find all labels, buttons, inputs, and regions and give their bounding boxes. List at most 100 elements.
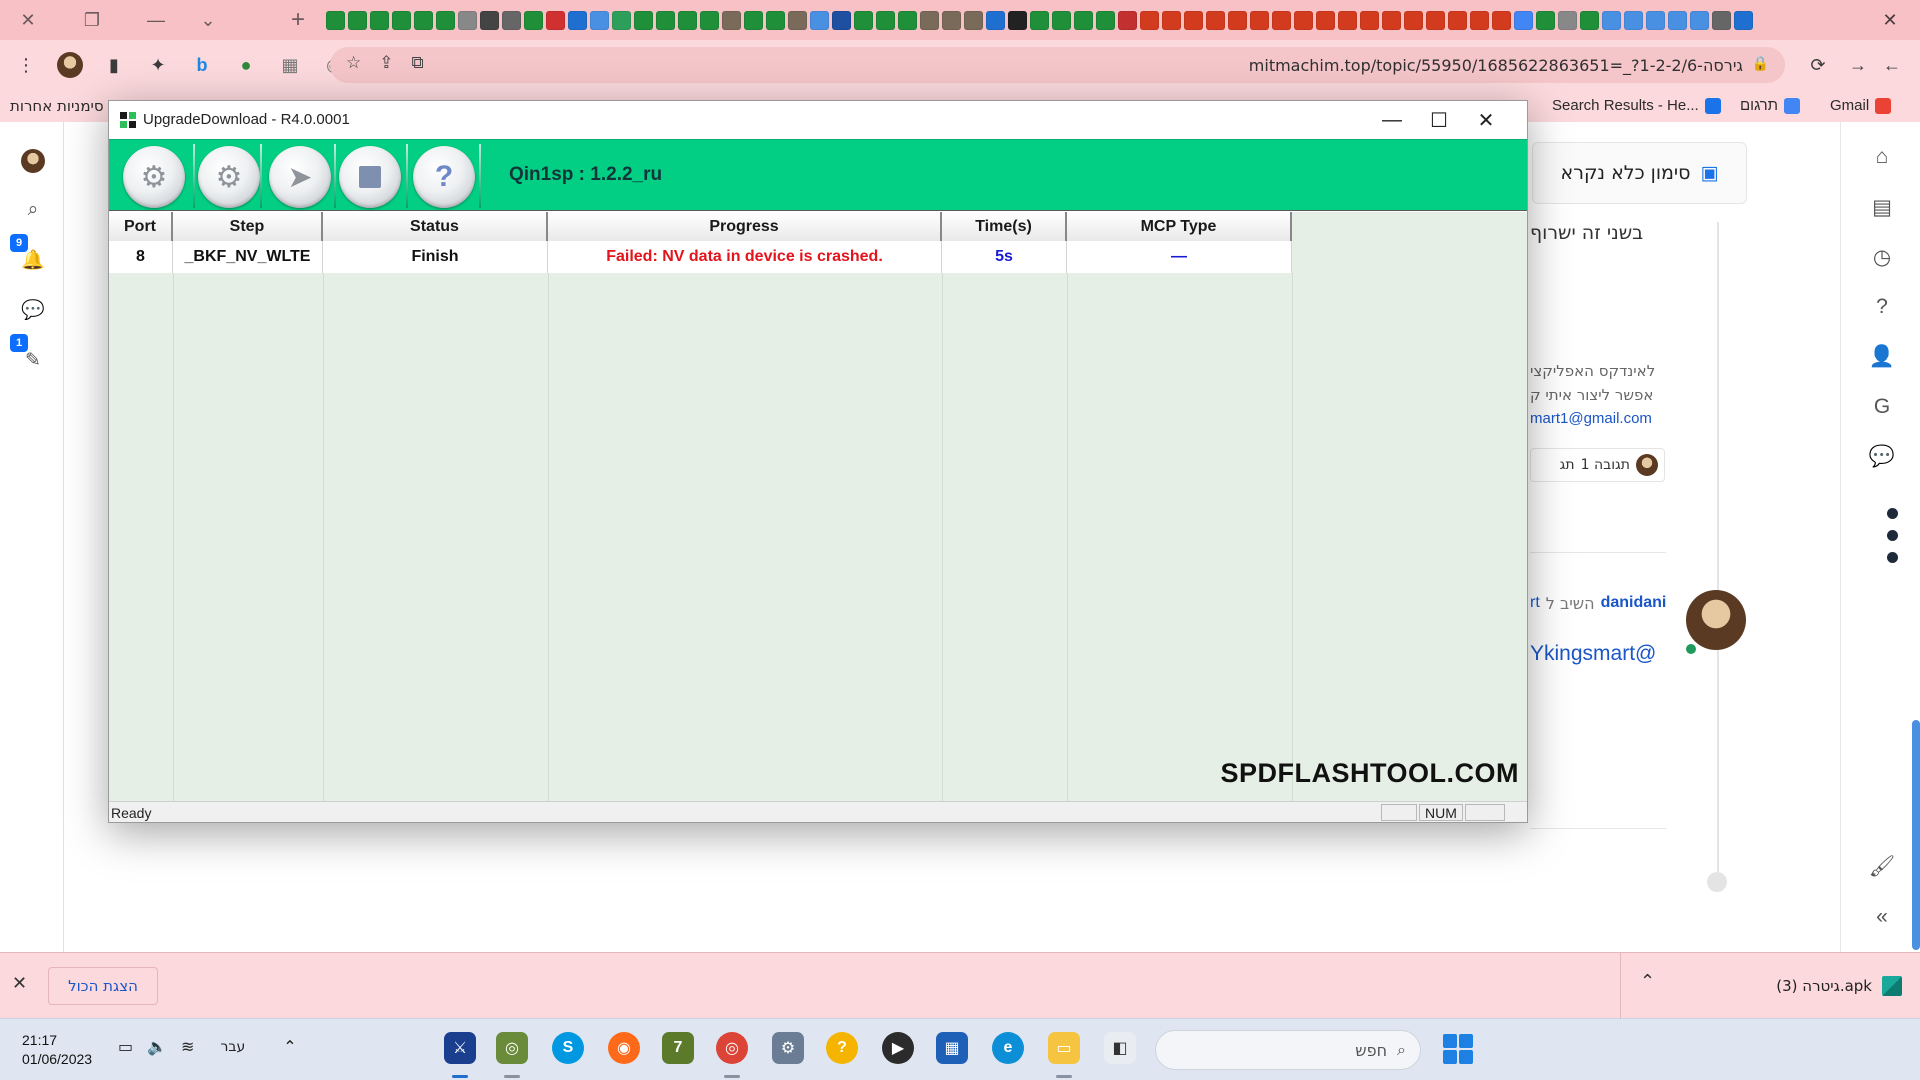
taskbar-app-store-icon[interactable]: ▦ bbox=[936, 1032, 968, 1064]
pinned-tab-favicon-icon[interactable] bbox=[568, 10, 587, 30]
pinned-tab-favicon-icon[interactable] bbox=[1646, 10, 1665, 30]
open-in-app-icon[interactable]: ⧉ bbox=[412, 53, 424, 73]
pinned-tab-favicon-icon[interactable] bbox=[876, 10, 895, 30]
close-icon[interactable]: ✕ bbox=[8, 0, 48, 40]
mention-link[interactable]: Ykingsmart@ bbox=[1530, 642, 1656, 666]
taskbar-app-file-explorer-icon[interactable]: ▭ bbox=[1048, 1032, 1080, 1064]
start-download-play-icon[interactable]: ➤ bbox=[269, 146, 331, 208]
pinned-tab-favicon-icon[interactable] bbox=[1536, 10, 1555, 30]
pinned-tab-favicon-icon[interactable] bbox=[810, 10, 829, 30]
load-packet-gear-icon[interactable]: ⚙ bbox=[123, 146, 185, 208]
email-link[interactable]: mart1@gmail.com bbox=[1530, 410, 1652, 427]
pinned-tab-favicon-icon[interactable] bbox=[1470, 10, 1489, 30]
menu-kebab-icon[interactable]: ⋮ bbox=[10, 49, 42, 81]
pinned-tab-favicon-icon[interactable] bbox=[524, 10, 543, 30]
search-icon[interactable]: ⌕ bbox=[20, 197, 46, 223]
pinned-tab-favicon-icon[interactable] bbox=[612, 10, 631, 30]
google-g-icon[interactable]: G bbox=[1869, 394, 1895, 420]
pinned-tab-favicon-icon[interactable] bbox=[1426, 10, 1445, 30]
pinned-tab-favicon-icon[interactable] bbox=[1316, 10, 1335, 30]
pinned-tab-favicon-icon[interactable] bbox=[546, 10, 565, 30]
pinned-tab-favicon-icon[interactable] bbox=[414, 10, 433, 30]
pinned-tab-favicon-icon[interactable] bbox=[480, 10, 499, 30]
pinned-tab-favicon-icon[interactable] bbox=[634, 10, 653, 30]
pinned-tab-favicon-icon[interactable] bbox=[1734, 10, 1753, 30]
pinned-tab-favicon-icon[interactable] bbox=[1558, 10, 1577, 30]
pinned-tab-favicon-icon[interactable] bbox=[1624, 10, 1643, 30]
taskbar-app-tips-icon[interactable]: ? bbox=[826, 1032, 858, 1064]
taskbar-app-edge-icon[interactable]: e bbox=[992, 1032, 1024, 1064]
help-question-icon[interactable]: ? bbox=[1869, 294, 1895, 320]
pinned-tab-favicon-icon[interactable] bbox=[1250, 10, 1269, 30]
pinned-tab-favicon-icon[interactable] bbox=[766, 10, 785, 30]
taskbar-search-box[interactable]: חפש ⌕ bbox=[1155, 1030, 1421, 1070]
pinned-tab-favicon-icon[interactable] bbox=[1492, 10, 1511, 30]
settings-gears-icon[interactable]: ⚙ bbox=[198, 146, 260, 208]
column-header-port[interactable]: Port bbox=[109, 212, 173, 241]
bookmark-other-folder[interactable]: סימניות אחרות bbox=[10, 97, 104, 115]
taskbar-app-7zip-icon[interactable]: 7 bbox=[662, 1032, 694, 1064]
pinned-tab-favicon-icon[interactable] bbox=[590, 10, 609, 30]
pinned-tab-favicon-icon[interactable] bbox=[1206, 10, 1225, 30]
window-maximize-button[interactable]: ☐ bbox=[1416, 103, 1462, 137]
pinned-tab-favicon-icon[interactable] bbox=[348, 10, 367, 30]
forward-arrow-icon[interactable]: ← bbox=[1876, 49, 1908, 81]
kebab-dot[interactable] bbox=[1887, 552, 1898, 563]
comments-icon[interactable]: 💬 bbox=[1869, 444, 1895, 470]
reload-icon[interactable]: ⟳ bbox=[1802, 49, 1834, 81]
bing-icon[interactable]: b bbox=[186, 49, 218, 81]
sidebar-icon[interactable]: ▮ bbox=[98, 49, 130, 81]
pinned-tab-favicon-icon[interactable] bbox=[458, 10, 477, 30]
share-icon[interactable]: ⇪ bbox=[379, 53, 393, 73]
pinned-tab-favicon-icon[interactable] bbox=[326, 10, 345, 30]
pinned-tab-favicon-icon[interactable] bbox=[700, 10, 719, 30]
pinned-tab-favicon-icon[interactable] bbox=[1382, 10, 1401, 30]
replies-button[interactable]: תג תגובה 1 bbox=[1530, 448, 1665, 482]
pinned-tab-favicon-icon[interactable] bbox=[1580, 10, 1599, 30]
chat-icon[interactable]: 💬 bbox=[20, 297, 46, 323]
pinned-tab-favicon-icon[interactable] bbox=[392, 10, 411, 30]
pinned-tab-favicon-icon[interactable] bbox=[788, 10, 807, 30]
poster-avatar[interactable] bbox=[1686, 590, 1746, 650]
pinned-tab-favicon-icon[interactable] bbox=[1008, 10, 1027, 30]
pinned-tab-favicon-icon[interactable] bbox=[1404, 10, 1423, 30]
column-header-status[interactable]: Status bbox=[323, 212, 548, 241]
pinned-tab-favicon-icon[interactable] bbox=[854, 10, 873, 30]
table-row[interactable]: 8 _BKF_NV_WLTE Finish Failed: NV data in… bbox=[109, 241, 1292, 273]
recent-clock-icon[interactable]: ◷ bbox=[1869, 244, 1895, 270]
column-header-step[interactable]: Step bbox=[173, 212, 323, 241]
pinned-tab-favicon-icon[interactable] bbox=[656, 10, 675, 30]
pinned-tab-favicon-icon[interactable] bbox=[1272, 10, 1291, 30]
pinned-tab-favicon-icon[interactable] bbox=[678, 10, 697, 30]
kebab-dot[interactable] bbox=[1887, 530, 1898, 541]
taskbar-app-skype-icon[interactable]: S bbox=[552, 1032, 584, 1064]
bookmark-translate[interactable]: תרגום bbox=[1740, 97, 1801, 114]
volume-icon[interactable]: 🔈 bbox=[147, 1037, 167, 1057]
column-header-time[interactable]: Time(s) bbox=[942, 212, 1067, 241]
tab-search-chevron-icon[interactable]: ⌄ bbox=[188, 0, 228, 40]
taskbar-app-firefox-icon[interactable]: ◉ bbox=[608, 1032, 640, 1064]
pinned-tab-favicon-icon[interactable] bbox=[436, 10, 455, 30]
show-all-downloads-button[interactable]: הצגת הכול bbox=[48, 967, 158, 1005]
wifi-icon[interactable]: ≋ bbox=[181, 1037, 194, 1057]
download-item[interactable]: גיטרה (3).apk bbox=[1620, 953, 1910, 1019]
pinned-tab-favicon-icon[interactable] bbox=[986, 10, 1005, 30]
pinned-tab-favicon-icon[interactable] bbox=[898, 10, 917, 30]
battery-icon[interactable]: ▭ bbox=[118, 1037, 133, 1057]
taskbar-app-media-player-icon[interactable]: ▶ bbox=[882, 1032, 914, 1064]
taskbar-app-chrome-icon[interactable]: ◎ bbox=[716, 1032, 748, 1064]
pinned-tab-favicon-icon[interactable] bbox=[1118, 10, 1137, 30]
help-question-icon[interactable]: ? bbox=[413, 146, 475, 208]
window-titlebar[interactable]: UpgradeDownload - R4.0.0001 — ☐ ✕ bbox=[109, 101, 1527, 139]
column-header-mcp-type[interactable]: MCP Type bbox=[1067, 212, 1292, 241]
user-avatar[interactable] bbox=[20, 148, 46, 174]
input-language[interactable]: עבר bbox=[220, 1039, 245, 1055]
pinned-tab-favicon-icon[interactable] bbox=[1712, 10, 1731, 30]
pinned-tab-favicon-icon[interactable] bbox=[370, 10, 389, 30]
taskbar-app-settings-icon[interactable]: ⚙ bbox=[772, 1032, 804, 1064]
collapse-double-chevron-icon[interactable]: « bbox=[1869, 904, 1895, 930]
pinned-tab-favicon-icon[interactable] bbox=[1294, 10, 1313, 30]
new-tab-plus-icon[interactable]: + bbox=[278, 0, 318, 40]
pinned-tab-favicon-icon[interactable] bbox=[1074, 10, 1093, 30]
brush-icon[interactable]: 🖌 bbox=[1869, 854, 1896, 880]
